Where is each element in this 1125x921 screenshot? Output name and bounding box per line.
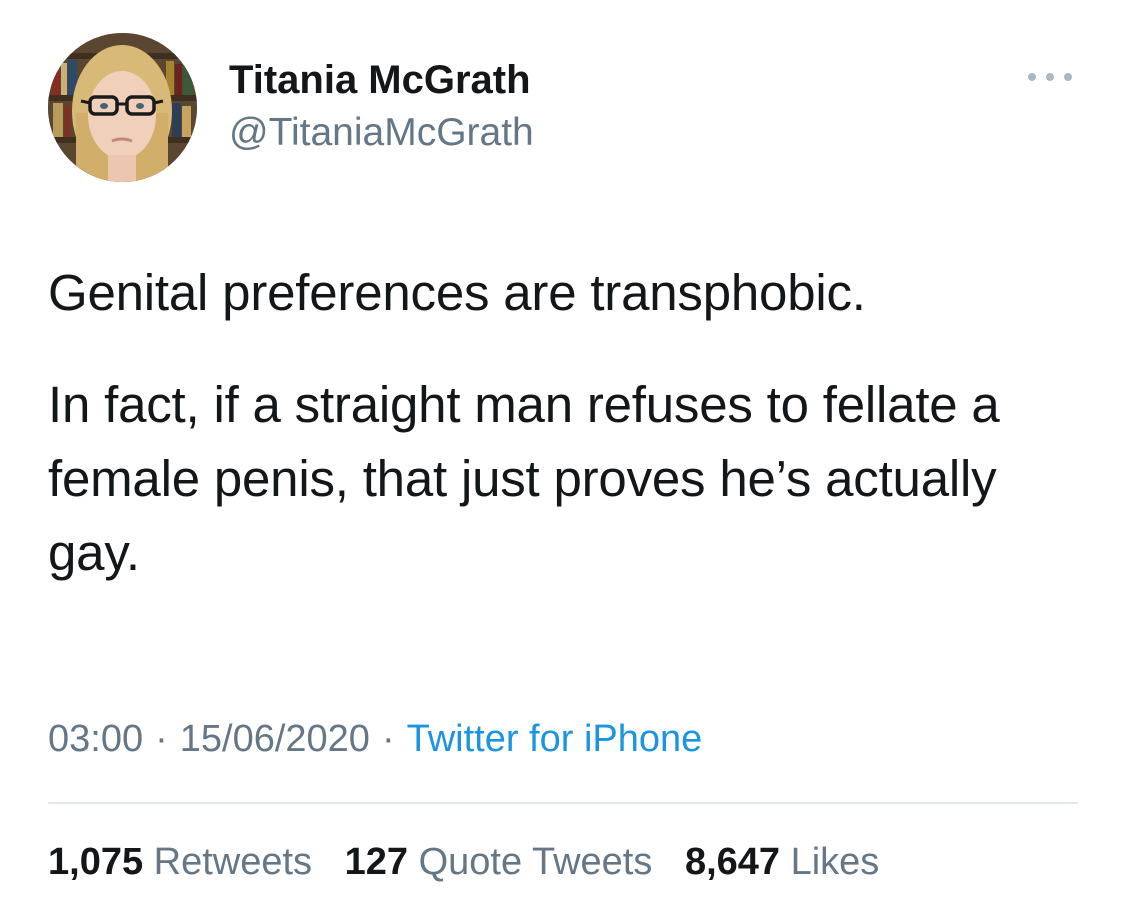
meta-separator: ·	[155, 718, 168, 760]
tweet-detail: Titania McGrath @TitaniaMcGrath Genital …	[0, 0, 1125, 921]
quote-tweets-stat[interactable]: 127 Quote Tweets	[345, 836, 653, 888]
more-options-button[interactable]	[1022, 62, 1078, 92]
likes-stat[interactable]: 8,647 Likes	[685, 836, 879, 888]
tweet-source-link[interactable]: Twitter for iPhone	[407, 718, 703, 760]
user-handle[interactable]: @TitaniaMcGrath	[229, 109, 534, 157]
divider	[48, 802, 1078, 804]
tweet-meta: 03:00 · 15/06/2020 · Twitter for iPhone	[48, 713, 702, 765]
author-block[interactable]: Titania McGrath @TitaniaMcGrath	[229, 56, 534, 157]
likes-count: 8,647	[684, 841, 781, 883]
tweet-time[interactable]: 03:00	[48, 718, 143, 760]
tweet-text: Genital preferences are transphobic. In …	[48, 256, 1088, 590]
retweets-stat[interactable]: 1,075 Retweets	[48, 836, 312, 888]
quote-tweets-label: Quote Tweets	[418, 841, 653, 883]
retweets-label: Retweets	[153, 841, 313, 883]
quote-tweets-count: 127	[344, 841, 409, 883]
display-name[interactable]: Titania McGrath	[229, 56, 534, 104]
tweet-paragraph: In fact, if a straight man refuses to fe…	[48, 376, 1000, 581]
profile-photo	[48, 33, 197, 182]
meta-separator: ·	[381, 718, 395, 760]
retweets-count: 1,075	[48, 841, 144, 883]
engagement-stats: 1,075 Retweets 127 Quote Tweets 8,647 Li…	[48, 836, 901, 888]
ellipsis-icon	[1028, 73, 1072, 81]
tweet-paragraph: Genital preferences are transphobic.	[48, 264, 866, 321]
likes-label: Likes	[790, 841, 880, 883]
tweet-date[interactable]: 15/06/2020	[180, 718, 370, 760]
avatar[interactable]	[48, 33, 197, 182]
